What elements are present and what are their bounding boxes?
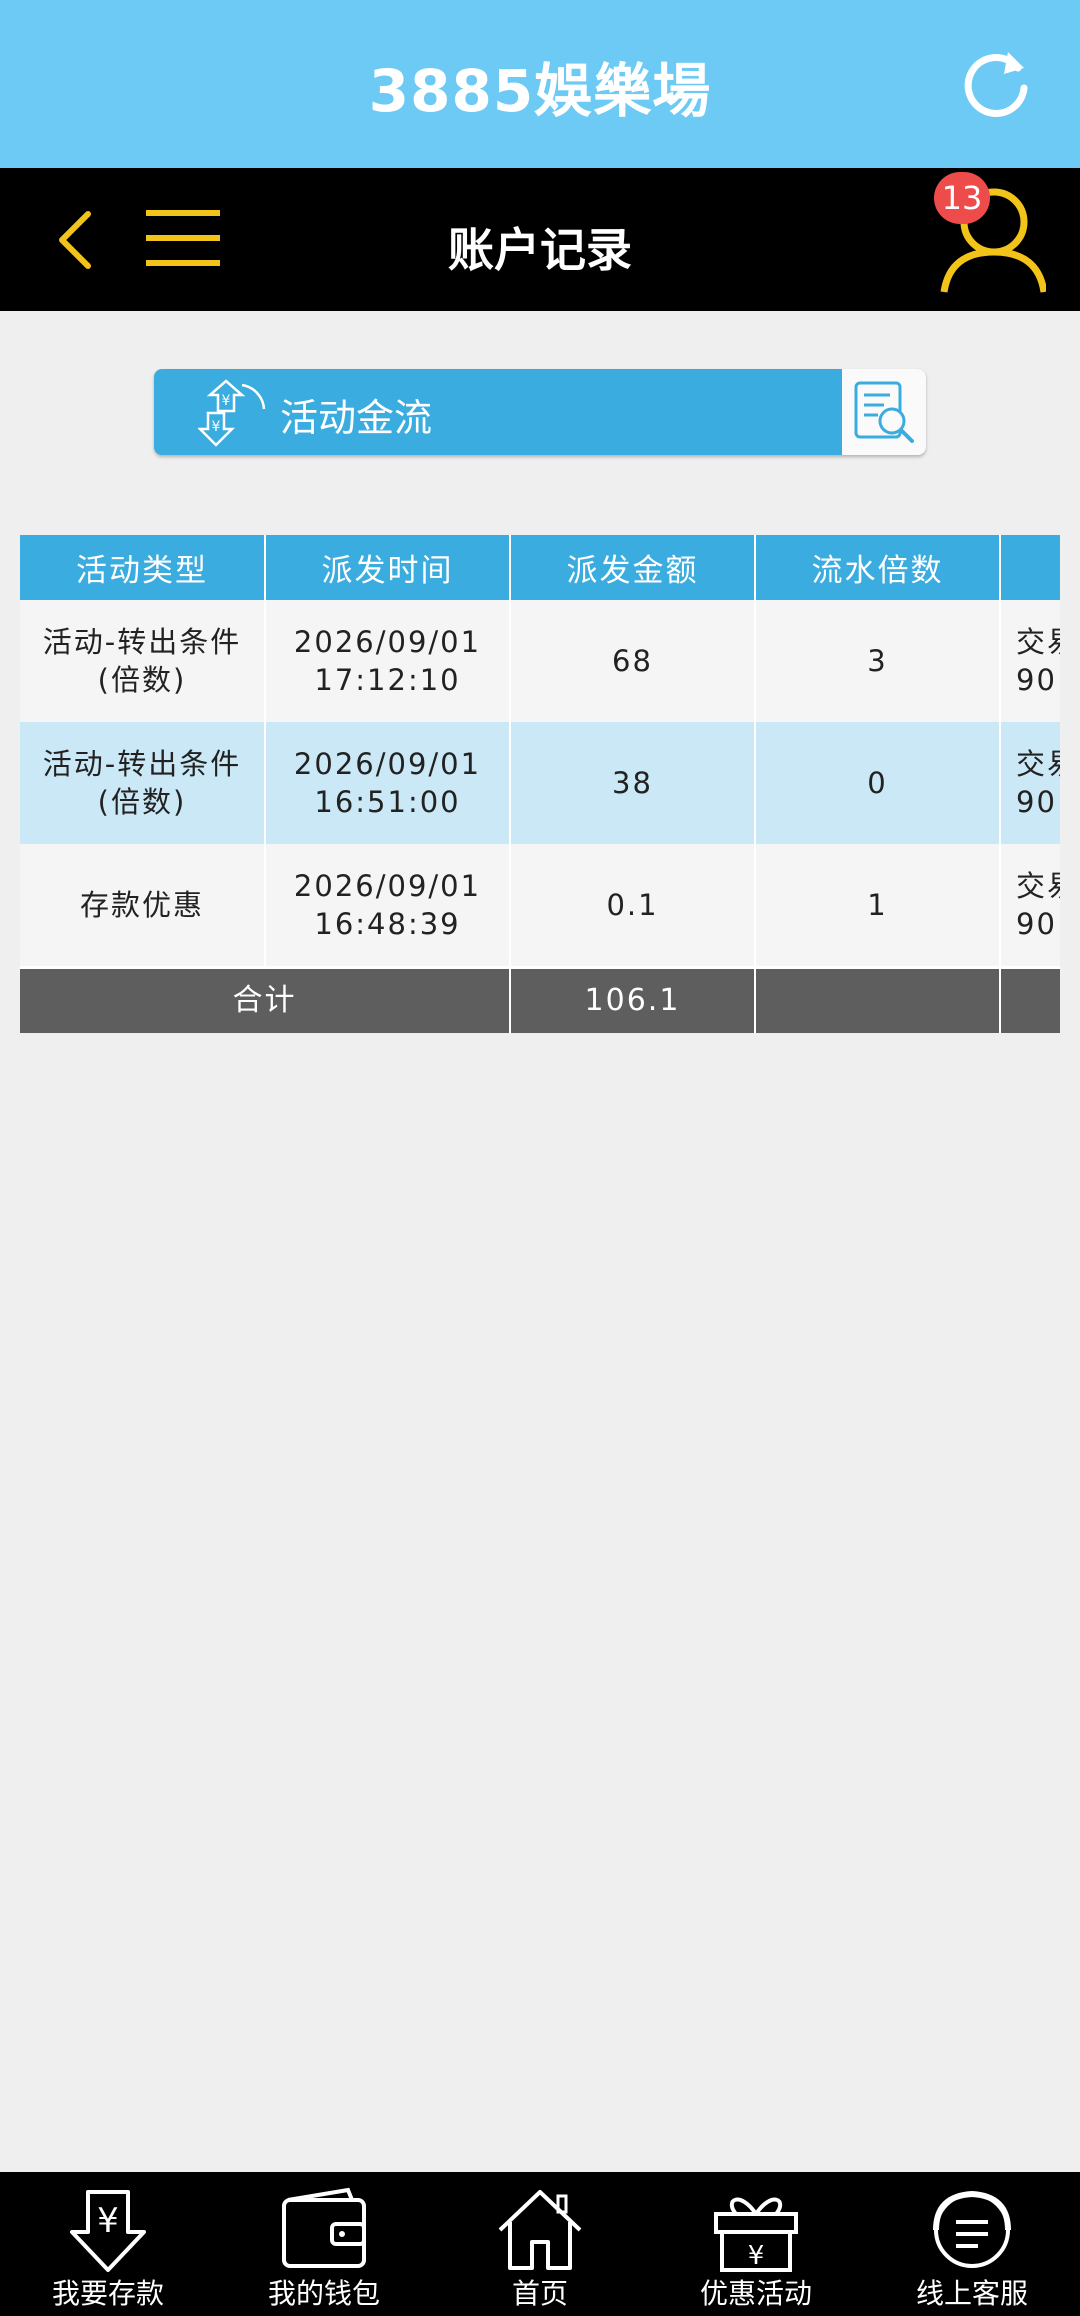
nav-home[interactable]: 首页: [432, 2172, 648, 2316]
activity-type-cell: 活动-转出条件 (倍数): [20, 600, 266, 722]
multiplier-cell: 3: [755, 600, 1001, 722]
multiplier-cell: 1: [755, 844, 1001, 969]
total-empty-cell: [1000, 967, 1060, 1033]
nav-bar: 账户记录: [0, 168, 1080, 311]
column-header[interactable]: 派发时间: [265, 535, 511, 600]
nav-promotions[interactable]: ¥ 优惠活动: [648, 2172, 864, 2316]
svg-text:¥: ¥: [222, 393, 231, 409]
trade-cell: 交易901: [1000, 600, 1060, 722]
activity-type-cell: 存款优惠: [20, 844, 266, 969]
svg-text:¥: ¥: [97, 2201, 119, 2241]
deposit-icon: ¥: [70, 2190, 146, 2272]
trade-cell: 交易901: [1000, 844, 1060, 969]
column-header[interactable]: [1000, 535, 1060, 600]
wallet-icon: [282, 2187, 366, 2268]
nav-wallet[interactable]: 我的钱包: [216, 2172, 432, 2316]
home-icon: [498, 2190, 582, 2270]
money-transfer-icon: ¥ ¥: [198, 379, 266, 447]
column-header[interactable]: 活动类型: [20, 535, 266, 600]
issue-time-cell: 2026/09/01 16:48:39: [265, 844, 511, 969]
table-row[interactable]: 活动-转出条件(倍数) 2026/09/0116:51:00 38 0 交易90…: [20, 722, 1060, 844]
chat-icon: [933, 2190, 1011, 2268]
nav-label: 我的钱包: [267, 2277, 380, 2310]
column-header[interactable]: 派发金额: [510, 535, 756, 600]
category-selector[interactable]: ¥ ¥ 活动金流: [154, 369, 926, 455]
activity-type-cell: 活动-转出条件 (倍数): [20, 722, 266, 844]
issue-time-cell: 2026/09/01 17:12:10: [265, 600, 511, 722]
trade-cell: 交易901: [1000, 722, 1060, 844]
amount-cell: 38: [510, 722, 756, 844]
nav-label: 首页: [511, 2277, 568, 2310]
nav-support[interactable]: 线上客服: [864, 2172, 1080, 2316]
nav-label: 线上客服: [915, 2277, 1028, 2310]
page-title: 账户记录: [448, 223, 632, 277]
issue-time-cell: 2026/09/01 16:51:00: [265, 722, 511, 844]
notification-badge[interactable]: 13: [934, 172, 990, 224]
category-label: 活动金流: [280, 396, 433, 440]
app-header: 3885娛樂場: [0, 0, 1080, 168]
total-amount: 106.1: [510, 967, 756, 1033]
svg-text:¥: ¥: [748, 2241, 765, 2271]
total-row: 合计 106.1: [20, 967, 1060, 1033]
total-empty-cell: [755, 967, 1001, 1033]
multiplier-cell: 0: [755, 722, 1001, 844]
nav-label: 我要存款: [51, 2277, 164, 2310]
nav-deposit[interactable]: ¥ 我要存款: [0, 2172, 216, 2316]
search-records-button[interactable]: [842, 369, 926, 455]
refresh-icon[interactable]: [958, 44, 1034, 120]
app-title: 3885娛樂場: [368, 57, 712, 125]
svg-text:¥: ¥: [212, 419, 221, 435]
nav-label: 优惠活动: [699, 2277, 812, 2310]
column-header[interactable]: 流水倍数: [755, 535, 1001, 600]
bottom-nav: ¥ 我要存款 我的钱包 首页 ¥ 优惠活动 线上客服: [0, 2172, 1080, 2316]
table-header-row: 活动类型 派发时间 派发金额 流水倍数: [20, 535, 1060, 600]
table-row[interactable]: 活动-转出条件(倍数) 2026/09/0117:12:10 68 3 交易90…: [20, 600, 1060, 722]
records-table[interactable]: 活动类型 派发时间 派发金额 流水倍数 活动-转出条件 (倍数) 2026/09/…: [20, 535, 1060, 1033]
amount-cell: 68: [510, 600, 756, 722]
table-row[interactable]: 存款优惠 2026/09/0116:48:39 0.1 1 交易901: [20, 844, 1060, 969]
amount-cell: 0.1: [510, 844, 756, 969]
total-label: 合计: [20, 967, 511, 1033]
search-document-icon: [854, 381, 914, 443]
gift-icon: ¥: [714, 2197, 798, 2272]
